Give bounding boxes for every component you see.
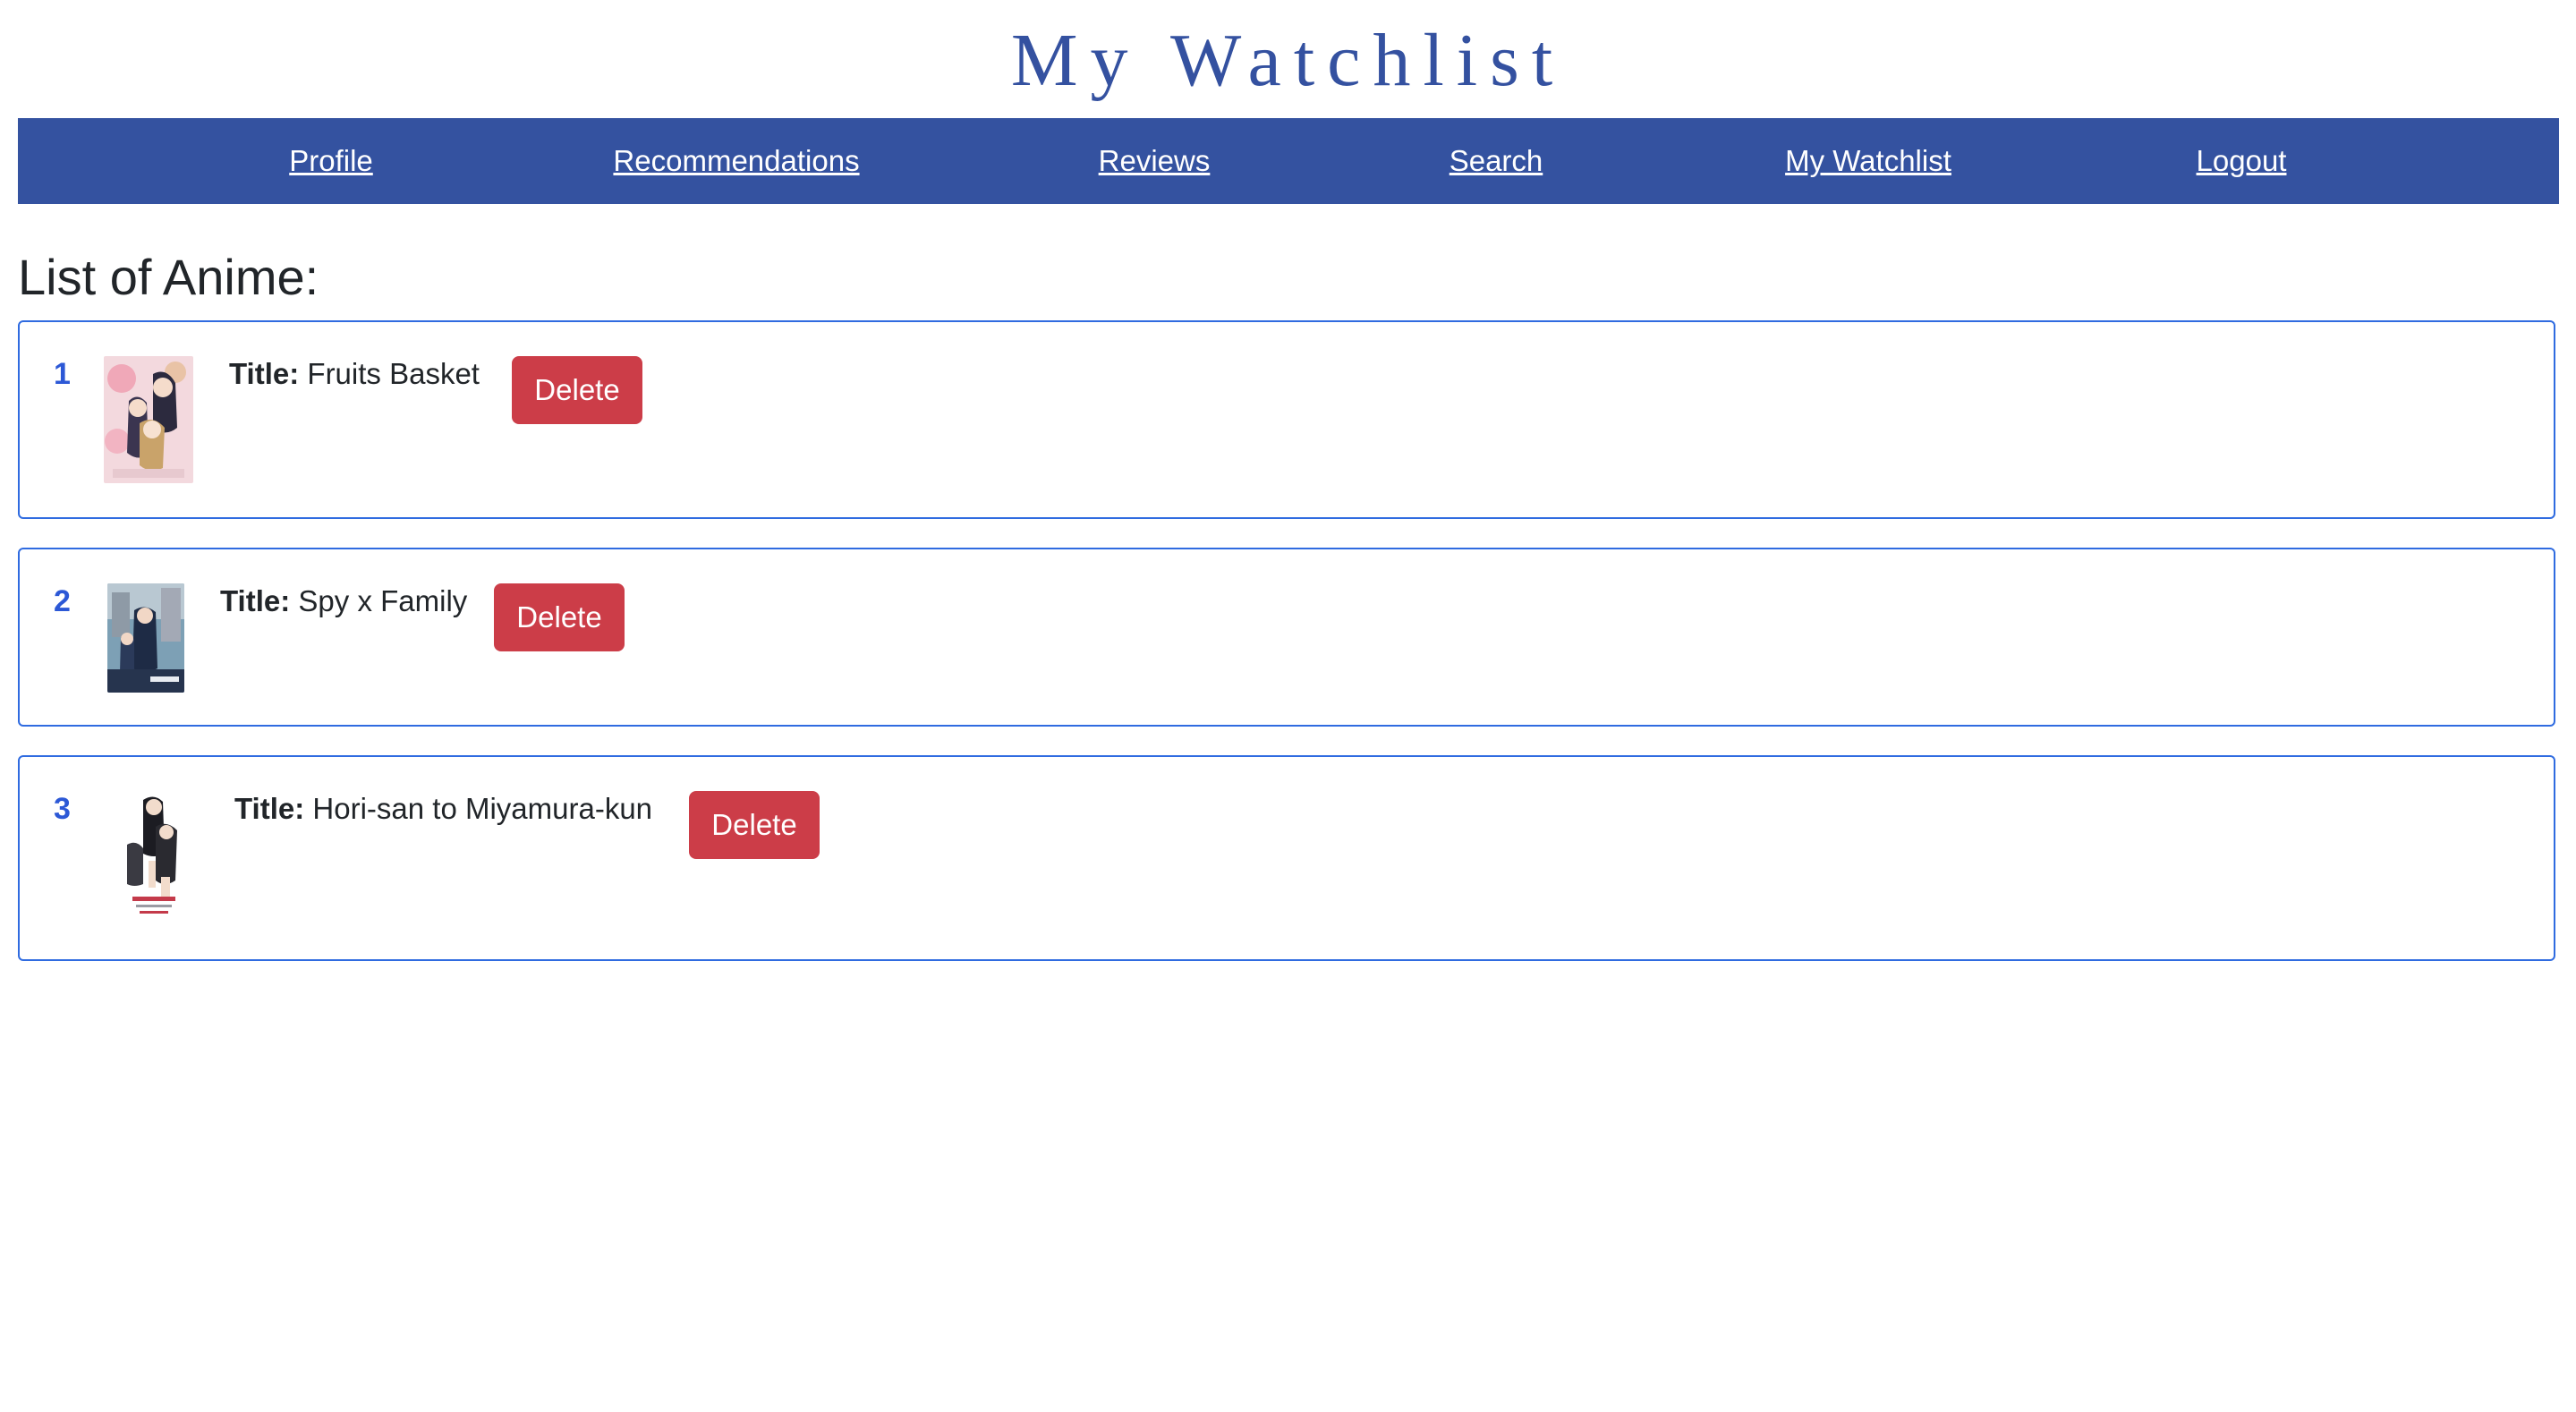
delete-button[interactable]: Delete — [494, 583, 625, 651]
anime-index: 3 — [54, 792, 71, 826]
anime-index: 2 — [54, 584, 71, 618]
anime-title: Spy x Family — [298, 584, 468, 617]
anime-title: Fruits Basket — [307, 357, 480, 390]
nav-link-logout[interactable]: Logout — [2197, 118, 2287, 204]
anime-title-line: Title: Spy x Family — [220, 583, 467, 619]
fruits-basket-poster-icon — [104, 356, 193, 483]
poster-image — [107, 583, 184, 693]
delete-button[interactable]: Delete — [512, 356, 642, 424]
title-label: Title: — [234, 792, 305, 825]
delete-button[interactable]: Delete — [689, 791, 820, 859]
poster-image — [104, 356, 193, 483]
nav-link-reviews[interactable]: Reviews — [1099, 118, 1211, 204]
title-label: Title: — [229, 357, 300, 390]
title-label: Title: — [220, 584, 291, 617]
site-title: My Watchlist — [1010, 19, 1566, 102]
hori-san-to-miyamura-kun-poster-icon — [109, 791, 199, 923]
nav-link-profile[interactable]: Profile — [289, 118, 373, 204]
anime-title: Hori-san to Miyamura-kun — [312, 792, 653, 825]
poster-image — [109, 791, 199, 923]
spy-x-family-poster-icon — [107, 583, 184, 693]
anime-card: 2 Title: Spy x Family Delete — [18, 548, 2555, 727]
anime-card: 1 Title: Fruits Basket Delete — [18, 320, 2555, 519]
anime-title-line: Title: Hori-san to Miyamura-kun — [234, 791, 652, 827]
anime-title-line: Title: Fruits Basket — [229, 356, 480, 392]
page: My Watchlist Profile Recommendations Rev… — [0, 0, 2576, 1412]
nav-link-my-watchlist[interactable]: My Watchlist — [1785, 118, 1951, 204]
list-heading: List of Anime: — [18, 249, 319, 305]
navbar: Profile Recommendations Reviews Search M… — [18, 118, 2559, 204]
anime-index: 1 — [54, 357, 71, 391]
nav-link-recommendations[interactable]: Recommendations — [613, 118, 859, 204]
anime-card: 3 Title: Hori-san to Miyamura-kun Delete — [18, 755, 2555, 961]
nav-link-search[interactable]: Search — [1450, 118, 1543, 204]
